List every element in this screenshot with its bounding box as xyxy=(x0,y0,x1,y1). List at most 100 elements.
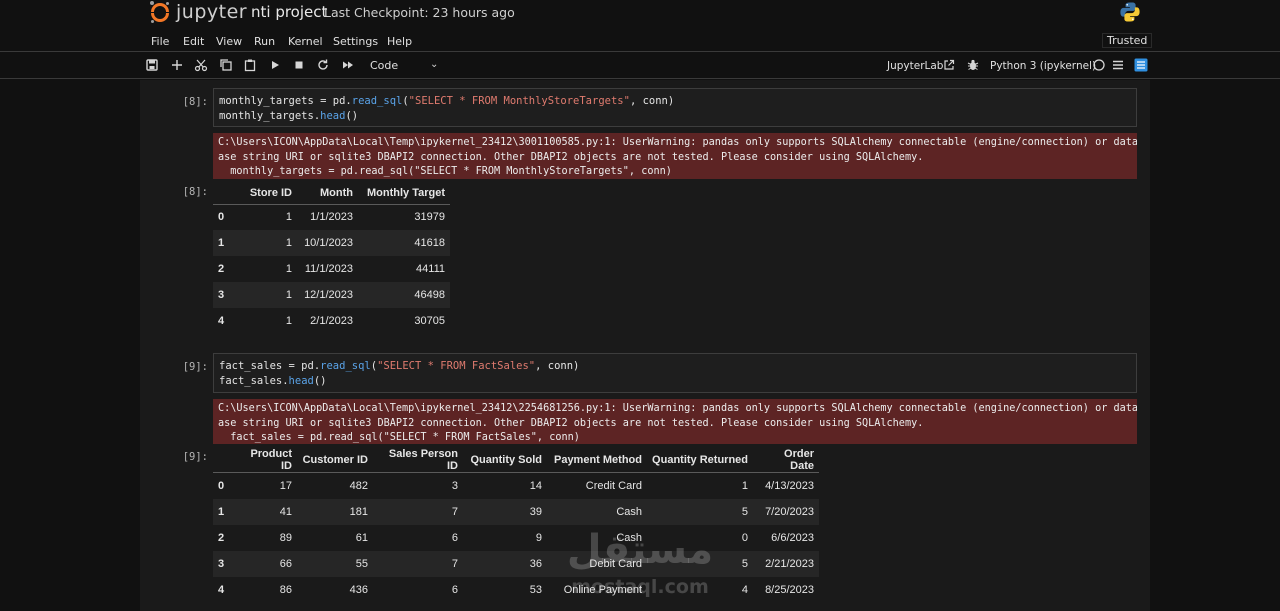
table-of-contents-icon[interactable] xyxy=(1134,58,1148,72)
table-cell: Debit Card xyxy=(547,550,647,577)
row-index: 3 xyxy=(213,550,235,577)
table-cell: 0 xyxy=(741,531,748,544)
app-name: jupyter xyxy=(176,1,248,23)
restart-icon[interactable] xyxy=(316,58,330,72)
add-cell-icon[interactable] xyxy=(170,58,184,72)
cell-type-select[interactable]: Code xyxy=(370,59,398,72)
table-cell: 1 xyxy=(285,263,292,275)
menu-run[interactable]: Run xyxy=(254,35,275,48)
table-row: 2 1 11/1/2023 44111 xyxy=(213,256,450,282)
output-prompt: [9]: xyxy=(182,451,208,463)
table-row: 4 86 436 6 53 Online Payment 4 8/25/2023 xyxy=(213,577,819,603)
table-cell: 1 xyxy=(285,211,292,224)
column-header: Store ID xyxy=(235,182,297,205)
column-header: Quantity Returned xyxy=(647,448,753,473)
stop-icon[interactable] xyxy=(292,58,306,72)
table-cell: 41618 xyxy=(358,230,450,256)
trusted-indicator[interactable]: Trusted xyxy=(1102,33,1153,48)
row-index: 4 xyxy=(218,315,225,327)
table-cell: 6 xyxy=(451,531,458,544)
notebook-title[interactable]: nti project xyxy=(251,3,327,21)
table-cell: 17 xyxy=(279,479,292,492)
row-index: 3 xyxy=(213,282,235,308)
table-row: 0 17 482 3 14 Credit Card 1 4/13/2023 xyxy=(213,473,819,499)
table-cell: 31979 xyxy=(414,211,445,224)
row-index: 0 xyxy=(218,479,225,492)
table-cell: 2/1/2023 xyxy=(310,315,353,327)
menu-help[interactable]: Help xyxy=(387,35,412,48)
fast-forward-icon[interactable] xyxy=(341,58,355,72)
paste-icon[interactable] xyxy=(243,58,257,72)
code-cell-editor[interactable]: fact_sales = pd.read_sql("SELECT * FROM … xyxy=(213,353,1137,393)
checkpoint-status: Last Checkpoint: 23 hours ago xyxy=(324,5,515,20)
input-prompt: [9]: xyxy=(182,361,208,373)
table-cell: 4 xyxy=(741,583,748,596)
jupyter-logo[interactable]: jupyter xyxy=(150,1,247,23)
index-header xyxy=(213,448,235,473)
external-link-icon[interactable] xyxy=(943,59,955,71)
column-header: Month xyxy=(297,182,358,205)
table-cell: 1 xyxy=(235,282,297,308)
table-cell: 5 xyxy=(647,550,753,577)
menu-hamburger-icon[interactable] xyxy=(1111,58,1125,72)
stderr-warning-output: C:\Users\ICON\AppData\Local\Temp\ipykern… xyxy=(213,133,1137,179)
jupyter-logo-icon xyxy=(150,1,170,23)
table-cell: 7 xyxy=(373,550,463,577)
table-cell: 436 xyxy=(349,583,368,596)
menu-view[interactable]: View xyxy=(216,35,242,48)
column-header: Quantity Sold xyxy=(463,448,547,473)
column-header: Customer ID xyxy=(297,448,373,473)
menu-file[interactable]: File xyxy=(151,35,169,48)
stderr-warning-output: C:\Users\ICON\AppData\Local\Temp\ipykern… xyxy=(213,399,1137,444)
table-cell: 86 xyxy=(279,583,292,596)
table-row: 1 41 181 7 39 Cash 5 7/20/2023 xyxy=(213,498,819,525)
table-header-row: Product ID Customer ID Sales Person ID Q… xyxy=(213,448,819,473)
table-cell: 39 xyxy=(463,498,547,525)
menu-bar: File Edit View Run Kernel Settings Help … xyxy=(0,30,1280,52)
table-cell: 53 xyxy=(529,583,542,596)
table-cell: Credit Card xyxy=(585,479,642,492)
column-header: Sales Person ID xyxy=(373,448,463,473)
jupyterlab-link[interactable]: JupyterLab xyxy=(887,60,943,72)
index-header xyxy=(213,182,235,205)
output-prompt: [8]: xyxy=(182,186,208,198)
row-index: 1 xyxy=(213,498,235,525)
column-header: Payment Method xyxy=(547,448,647,473)
code-cell-editor[interactable]: monthly_targets = pd.read_sql("SELECT * … xyxy=(213,88,1137,127)
input-prompt: [8]: xyxy=(182,96,208,108)
table-row: 3 1 12/1/2023 46498 xyxy=(213,282,450,308)
chevron-down-icon[interactable]: ⌄ xyxy=(430,59,438,70)
menu-edit[interactable]: Edit xyxy=(183,35,204,48)
table-row: 0 1 1/1/2023 31979 xyxy=(213,204,450,230)
save-icon[interactable] xyxy=(145,58,159,72)
row-index: 1 xyxy=(213,230,235,256)
column-header: Order Date xyxy=(753,448,819,473)
table-cell: 10/1/2023 xyxy=(297,230,358,256)
table-cell: 7/20/2023 xyxy=(753,498,819,525)
table-cell: 6/6/2023 xyxy=(771,531,814,544)
kernel-name[interactable]: Python 3 (ipykernel) xyxy=(990,60,1096,72)
table-cell: 1/1/2023 xyxy=(310,211,353,224)
table-header-row: Store ID Month Monthly Target xyxy=(213,182,450,205)
table-cell: 4/13/2023 xyxy=(765,479,814,492)
copy-icon[interactable] xyxy=(219,58,233,72)
table-cell: 12/1/2023 xyxy=(297,282,358,308)
menu-settings[interactable]: Settings xyxy=(333,35,378,48)
table-cell: 14 xyxy=(529,479,542,492)
table-cell: 61 xyxy=(355,531,368,544)
cut-icon[interactable] xyxy=(194,58,208,72)
run-icon[interactable] xyxy=(268,58,282,72)
table-cell: Cash xyxy=(616,531,642,544)
menu-kernel[interactable]: Kernel xyxy=(288,35,323,48)
table-row: 3 66 55 7 36 Debit Card 5 2/21/2023 xyxy=(213,550,819,577)
fact-sales-table: Product ID Customer ID Sales Person ID Q… xyxy=(213,448,819,603)
kernel-status-idle-icon xyxy=(1093,59,1105,71)
table-cell: 181 xyxy=(297,498,373,525)
notebook-toolbar: Code ⌄ JupyterLab Python 3 (ipykernel) xyxy=(0,53,1280,79)
table-cell: 11/1/2023 xyxy=(304,263,353,275)
table-cell: 1 xyxy=(285,315,292,327)
top-header: jupyter nti project Last Checkpoint: 23 … xyxy=(0,0,1280,30)
row-index: 2 xyxy=(218,531,225,544)
debugger-bug-icon[interactable] xyxy=(966,58,980,72)
row-index: 4 xyxy=(218,583,225,596)
